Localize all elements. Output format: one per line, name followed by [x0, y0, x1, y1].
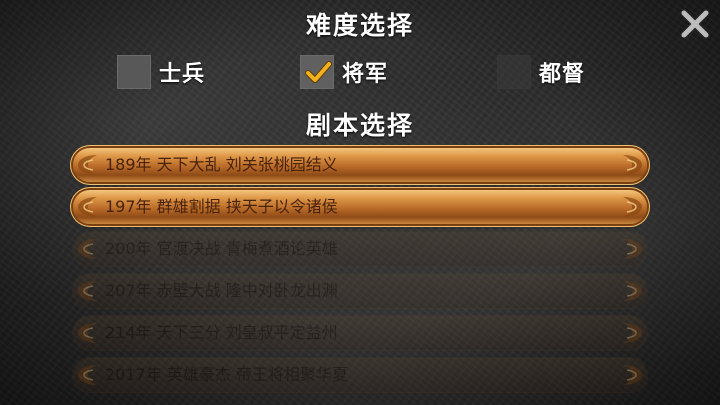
scenario-item[interactable]: 197年 群雄割据 挟天子以令诸侯: [73, 190, 647, 224]
scroll-ornament-icon: [623, 239, 642, 259]
scenario-item[interactable]: 189年 天下大乱 刘关张桃园结义: [73, 148, 647, 182]
checkbox-general[interactable]: [300, 55, 334, 89]
scenario-item[interactable]: 2017年 英雄豪杰 帝王将相聚华夏: [73, 358, 647, 392]
scroll-ornament-icon: [623, 281, 642, 301]
scenario-label: 189年 天下大乱 刘关张桃园结义: [105, 155, 338, 174]
scroll-ornament-icon: [78, 197, 97, 217]
scenario-label: 214年 天下三分 刘皇叔平定益州: [105, 323, 338, 342]
close-icon: [680, 9, 710, 39]
difficulty-option-commander[interactable]: 都督: [497, 54, 585, 90]
scenario-label: 207年 赤壁大战 隆中对卧龙出渊: [105, 281, 338, 300]
difficulty-option-general[interactable]: 将军: [300, 54, 388, 90]
scroll-ornament-icon: [623, 197, 642, 217]
scenario-title: 剧本选择: [305, 111, 414, 140]
scenario-item[interactable]: 207年 赤壁大战 隆中对卧龙出渊: [73, 274, 647, 308]
scenario-label: 2017年 英雄豪杰 帝王将相聚华夏: [105, 365, 348, 384]
difficulty-label-general: 将军: [342, 62, 389, 87]
scroll-ornament-icon: [623, 323, 642, 343]
checkmark-icon: [305, 61, 332, 83]
close-button[interactable]: [679, 8, 711, 40]
checkbox-soldier[interactable]: [117, 55, 151, 89]
scroll-ornament-icon: [78, 155, 97, 175]
checkbox-commander[interactable]: [497, 55, 531, 89]
difficulty-label-soldier: 士兵: [159, 62, 206, 87]
scenario-item[interactable]: 214年 天下三分 刘皇叔平定益州: [73, 316, 647, 350]
scenario-label: 197年 群雄割据 挟天子以令诸侯: [105, 197, 338, 216]
scroll-ornament-icon: [78, 281, 97, 301]
difficulty-label-commander: 都督: [539, 62, 586, 87]
difficulty-option-soldier[interactable]: 士兵: [117, 54, 205, 90]
scroll-ornament-icon: [623, 365, 642, 385]
scroll-ornament-icon: [78, 239, 97, 259]
scroll-ornament-icon: [78, 323, 97, 343]
scroll-ornament-icon: [78, 365, 97, 385]
scroll-ornament-icon: [623, 155, 642, 175]
difficulty-title: 难度选择: [305, 11, 414, 40]
scenario-item[interactable]: 200年 官渡决战 青梅煮酒论英雄: [73, 232, 647, 266]
scenario-label: 200年 官渡决战 青梅煮酒论英雄: [105, 239, 338, 258]
